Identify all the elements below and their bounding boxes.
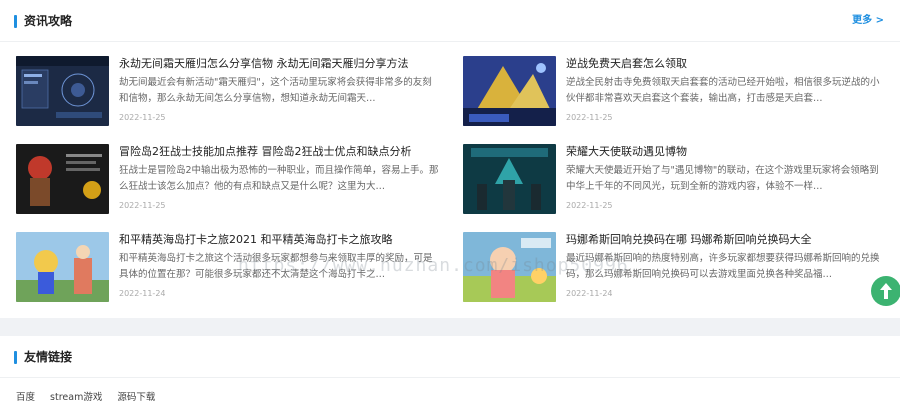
news-thumbnail[interactable] <box>16 232 109 302</box>
news-date: 2022-11-24 <box>566 289 613 298</box>
news-item[interactable]: 和平精英海岛打卡之旅2021 和平精英海岛打卡之旅攻略 和平精英海岛打卡之旅这个… <box>16 232 446 302</box>
news-thumbnail[interactable] <box>463 56 556 126</box>
news-title-link[interactable]: 玛娜希斯回响兑换码在哪 玛娜希斯回响兑换码大全 <box>566 232 888 247</box>
news-thumbnail[interactable] <box>16 56 109 126</box>
news-title-link[interactable]: 和平精英海岛打卡之旅2021 和平精英海岛打卡之旅攻略 <box>119 232 441 247</box>
news-description: 狂战士是冒险岛2中输出极为恐怖的一种职业，而且操作简单，容易上手。那么狂战士该怎… <box>119 165 439 192</box>
thumbnail-image <box>463 56 556 126</box>
news-text: 永劫无间霜天雁归怎么分享信物 永劫无间霜天雁归分享方法 劫无间最近会有新活动"霜… <box>119 56 441 123</box>
news-title-link[interactable]: 冒险岛2狂战士技能加点推荐 冒险岛2狂战士优点和缺点分析 <box>119 144 441 159</box>
back-to-top-button[interactable] <box>871 276 900 306</box>
thumbnail-image <box>16 232 109 302</box>
news-date: 2022-11-24 <box>119 289 166 298</box>
news-thumbnail[interactable] <box>16 144 109 214</box>
news-panel: 资讯攻略 更多 > 永劫无间霜天雁归怎么分享信物 永劫无间霜天雁归分享方法 劫无… <box>0 0 900 318</box>
news-description: 荣耀大天使最近开始了与"遇见博物"的联动，在这个游戏里玩家将会领略到中华上千年的… <box>566 165 879 192</box>
news-item[interactable]: 荣耀大天使联动遇见博物 荣耀大天使最近开始了与"遇见博物"的联动，在这个游戏里玩… <box>463 144 893 214</box>
news-description: 最近玛娜希斯回响的热度特别高，许多玩家都想要获得玛娜希斯回响的兑换码，那么玛娜希… <box>566 253 880 280</box>
news-section-header: 资讯攻略 更多 > <box>0 0 900 42</box>
friend-links-list: 百度 stream游戏 源码下载 <box>16 389 167 403</box>
section-accent-bar <box>14 15 17 28</box>
links-section-title: 友情链接 <box>24 350 73 364</box>
thumbnail-image <box>463 144 556 214</box>
news-date: 2022-11-25 <box>566 201 613 210</box>
friend-link[interactable]: 源码下载 <box>117 392 155 403</box>
news-item[interactable]: 玛娜希斯回响兑换码在哪 玛娜希斯回响兑换码大全 最近玛娜希斯回响的热度特别高，许… <box>463 232 893 302</box>
friend-link[interactable]: stream游戏 <box>50 392 102 403</box>
news-date: 2022-11-25 <box>119 113 166 122</box>
news-text: 玛娜希斯回响兑换码在哪 玛娜希斯回响兑换码大全 最近玛娜希斯回响的热度特别高，许… <box>566 232 888 299</box>
news-text: 冒险岛2狂战士技能加点推荐 冒险岛2狂战士优点和缺点分析 狂战士是冒险岛2中输出… <box>119 144 441 211</box>
links-section-header: 友情链接 <box>0 336 900 378</box>
news-date: 2022-11-25 <box>566 113 613 122</box>
news-item[interactable]: 逆战免费天启套怎么领取 逆战全民射击寺免费领取天启套套的活动已经开始啦，相信很多… <box>463 56 893 126</box>
news-title-link[interactable]: 荣耀大天使联动遇见博物 <box>566 144 888 159</box>
news-title-link[interactable]: 逆战免费天启套怎么领取 <box>566 56 888 71</box>
news-text: 和平精英海岛打卡之旅2021 和平精英海岛打卡之旅攻略 和平精英海岛打卡之旅这个… <box>119 232 441 299</box>
friend-link[interactable]: 百度 <box>16 392 35 403</box>
thumbnail-image <box>16 56 109 126</box>
news-item[interactable]: 永劫无间霜天雁归怎么分享信物 永劫无间霜天雁归分享方法 劫无间最近会有新活动"霜… <box>16 56 446 126</box>
news-thumbnail[interactable] <box>463 232 556 302</box>
news-section-title: 资讯攻略 <box>24 14 73 28</box>
thumbnail-image <box>16 144 109 214</box>
thumbnail-image <box>463 232 556 302</box>
arrow-up-icon <box>880 283 892 299</box>
news-thumbnail[interactable] <box>463 144 556 214</box>
news-text: 逆战免费天启套怎么领取 逆战全民射击寺免费领取天启套套的活动已经开始啦，相信很多… <box>566 56 888 123</box>
section-accent-bar <box>14 351 17 364</box>
news-title-link[interactable]: 永劫无间霜天雁归怎么分享信物 永劫无间霜天雁归分享方法 <box>119 56 441 71</box>
news-description: 劫无间最近会有新活动"霜天雁归"，这个活动里玩家将会获得非常多的友刻和信物，那么… <box>119 77 432 104</box>
more-link[interactable]: 更多 > <box>852 14 884 28</box>
news-description: 和平精英海岛打卡之旅这个活动很多玩家都想参与来领取丰厚的奖励，可是具体的位置在那… <box>119 253 433 280</box>
news-date: 2022-11-25 <box>119 201 166 210</box>
news-description: 逆战全民射击寺免费领取天启套套的活动已经开始啦，相信很多玩逆战的小伙伴都非常喜欢… <box>566 77 880 104</box>
news-item[interactable]: 冒险岛2狂战士技能加点推荐 冒险岛2狂战士优点和缺点分析 狂战士是冒险岛2中输出… <box>16 144 446 214</box>
news-text: 荣耀大天使联动遇见博物 荣耀大天使最近开始了与"遇见博物"的联动，在这个游戏里玩… <box>566 144 888 211</box>
